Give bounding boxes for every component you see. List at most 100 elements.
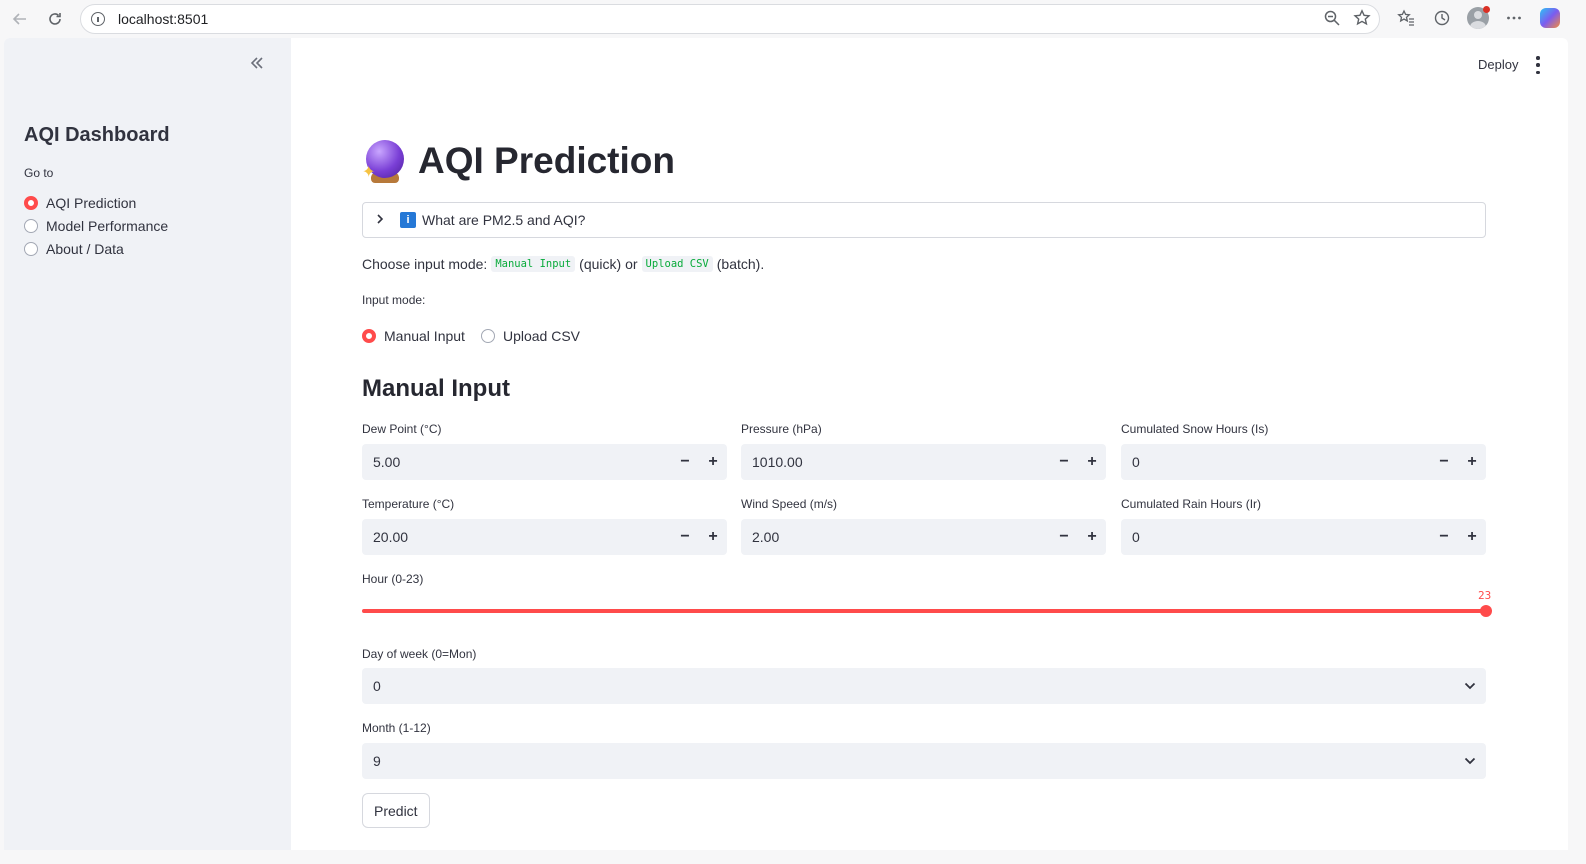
field-label: Cumulated Rain Hours (Ir) — [1121, 497, 1262, 511]
rain-hours-input[interactable]: 0 − + — [1121, 519, 1486, 555]
crystal-ball-icon: ✦ — [362, 138, 406, 184]
page-option-model-performance[interactable]: Model Performance — [24, 214, 168, 237]
decrement-button[interactable]: − — [1430, 444, 1458, 480]
profile-avatar[interactable] — [1464, 4, 1492, 32]
field-label: Temperature (°C) — [362, 497, 455, 511]
dew-point-input[interactable]: 5.00 − + — [362, 444, 727, 480]
snow-hours-input[interactable]: 0 − + — [1121, 444, 1486, 480]
wind-speed-field: Wind Speed (m/s) 2.00 − + — [741, 497, 1106, 555]
deploy-button[interactable]: Deploy — [1478, 57, 1518, 72]
pressure-field: Pressure (hPa) 1010.00 − + — [741, 422, 1106, 480]
chevron-down-icon[interactable] — [1454, 757, 1486, 765]
month-select[interactable]: 9 — [362, 743, 1486, 779]
chevron-down-icon[interactable] — [1454, 682, 1486, 690]
info-icon: i — [400, 212, 416, 228]
code-upload-csv: Upload CSV — [641, 256, 713, 272]
input-value[interactable]: 1010.00 — [752, 454, 1050, 470]
browser-toolbar: localhost:8501 — [0, 0, 1586, 38]
month-label: Month (1-12) — [362, 721, 431, 735]
increment-button[interactable]: + — [1078, 519, 1106, 555]
decrement-button[interactable]: − — [1050, 519, 1078, 555]
decrement-button[interactable]: − — [671, 444, 699, 480]
back-icon[interactable] — [6, 5, 34, 33]
streamlit-app: AQI Dashboard Go to AQI Prediction Model… — [4, 38, 1568, 850]
info-expander[interactable]: i What are PM2.5 and AQI? — [362, 202, 1486, 238]
mode-option-manual[interactable]: Manual Input — [362, 324, 465, 347]
field-label: Dew Point (°C) — [362, 422, 442, 436]
notification-dot — [1483, 6, 1490, 13]
address-bar[interactable]: localhost:8501 — [80, 4, 1380, 34]
radio-checked[interactable] — [362, 328, 376, 343]
expander-label: What are PM2.5 and AQI? — [422, 212, 586, 228]
field-label: Wind Speed (m/s) — [741, 497, 838, 511]
code-manual-input: Manual Input — [491, 256, 576, 272]
radio-unchecked[interactable] — [24, 241, 38, 256]
increment-button[interactable]: + — [1078, 444, 1106, 480]
page-title-text: AQI Prediction — [418, 140, 675, 181]
decrement-button[interactable]: − — [671, 519, 699, 555]
rain-hours-field: Cumulated Rain Hours (Ir) 0 − + — [1121, 497, 1486, 555]
increment-button[interactable]: + — [1458, 444, 1486, 480]
decrement-button[interactable]: − — [1050, 444, 1078, 480]
hour-slider-label: Hour (0-23) — [362, 572, 424, 586]
url-text[interactable]: localhost:8501 — [118, 11, 208, 27]
input-mode-radio-group: Manual Input Upload CSV — [362, 324, 596, 347]
input-value[interactable]: 2.00 — [752, 529, 1050, 545]
copilot-icon[interactable] — [1536, 4, 1564, 32]
hour-slider-value: 23 — [1478, 589, 1492, 602]
site-info-icon[interactable] — [91, 12, 105, 26]
decrement-button[interactable]: − — [1430, 519, 1458, 555]
main-menu-icon[interactable] — [1534, 56, 1542, 74]
goto-label: Go to — [24, 166, 54, 180]
section-title: Manual Input — [362, 375, 510, 402]
temperature-input[interactable]: 20.00 − + — [362, 519, 727, 555]
input-value[interactable]: 0 — [1132, 529, 1430, 545]
dew-point-field: Dew Point (°C) 5.00 − + — [362, 422, 727, 480]
predict-button[interactable]: Predict — [362, 793, 430, 828]
input-value[interactable]: 0 — [1132, 454, 1430, 470]
wind-speed-input[interactable]: 2.00 − + — [741, 519, 1106, 555]
radio-label: Model Performance — [46, 217, 169, 234]
intro-mid: (quick) or — [579, 256, 638, 272]
radio-label: About / Data — [46, 240, 124, 257]
history-icon[interactable] — [1428, 4, 1456, 32]
mode-option-upload-csv[interactable]: Upload CSV — [480, 324, 580, 347]
collapse-sidebar-icon[interactable] — [246, 52, 268, 74]
page-radio-group: AQI Prediction Model Performance About /… — [24, 191, 168, 260]
favorites-icon[interactable] — [1392, 4, 1420, 32]
page-option-about-data[interactable]: About / Data — [24, 237, 168, 260]
intro-suffix: (batch). — [716, 256, 765, 272]
increment-button[interactable]: + — [699, 444, 727, 480]
hour-slider-thumb[interactable] — [1480, 605, 1492, 617]
favorite-star-icon[interactable] — [1353, 9, 1371, 32]
reload-icon[interactable] — [41, 5, 69, 33]
field-label: Pressure (hPa) — [741, 422, 822, 436]
page-option-aqi-prediction[interactable]: AQI Prediction — [24, 191, 168, 214]
increment-button[interactable]: + — [1458, 519, 1486, 555]
day-of-week-label: Day of week (0=Mon) — [362, 647, 477, 661]
sidebar-title: AQI Dashboard — [24, 124, 170, 146]
temperature-field: Temperature (°C) 20.00 − + — [362, 497, 727, 555]
pressure-input[interactable]: 1010.00 − + — [741, 444, 1106, 480]
radio-label: Upload CSV — [502, 327, 580, 344]
increment-button[interactable]: + — [699, 519, 727, 555]
more-menu-icon[interactable] — [1500, 4, 1528, 32]
intro-prefix: Choose input mode: — [362, 256, 488, 272]
input-value[interactable]: 5.00 — [373, 454, 671, 470]
intro-text: Choose input mode: Manual Input (quick) … — [362, 256, 764, 272]
field-label: Cumulated Snow Hours (Is) — [1121, 422, 1269, 436]
input-value[interactable]: 20.00 — [373, 529, 671, 545]
chevron-right-icon — [375, 212, 389, 228]
radio-label: Manual Input — [384, 327, 465, 344]
hour-slider-track[interactable] — [362, 609, 1486, 613]
select-value: 9 — [373, 753, 381, 769]
sidebar: AQI Dashboard Go to AQI Prediction Model… — [4, 38, 291, 850]
snow-hours-field: Cumulated Snow Hours (Is) 0 − + — [1121, 422, 1486, 480]
radio-unchecked[interactable] — [480, 328, 495, 343]
day-of-week-select[interactable]: 0 — [362, 668, 1486, 704]
radio-unchecked[interactable] — [24, 218, 38, 233]
radio-checked[interactable] — [24, 195, 38, 210]
radio-label: AQI Prediction — [46, 194, 137, 211]
zoom-icon[interactable] — [1323, 9, 1341, 32]
input-mode-label: Input mode: — [362, 293, 426, 307]
